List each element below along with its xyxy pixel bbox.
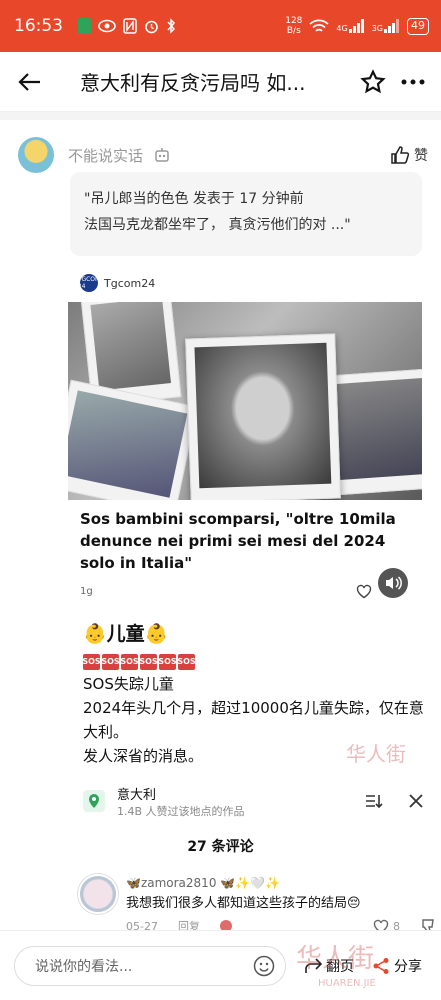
- audio-button[interactable]: [378, 568, 408, 598]
- location-subtext: 1.4B 人赞过该地点的作品: [117, 804, 245, 818]
- app-notification-icon: [78, 18, 91, 34]
- sort-icon[interactable]: [365, 793, 383, 809]
- comments-count: 27 条评论: [187, 839, 254, 855]
- author-row: 不能说实话 赞: [18, 135, 428, 175]
- alarm-icon: [145, 20, 158, 34]
- share-button[interactable]: 分享: [372, 956, 422, 976]
- signal-4g: 4G: [336, 19, 364, 33]
- signal-3g: 3G: [372, 19, 400, 33]
- battery-indicator: 49: [407, 17, 429, 35]
- watermark-sub: HUAREN.JIE: [318, 978, 376, 989]
- sos-badge: SOS: [177, 654, 196, 670]
- commenter-name[interactable]: 🦋zamora2810 🦋✨🤍✨: [126, 876, 280, 890]
- source-name: Tgcom24: [104, 276, 156, 290]
- heart-icon[interactable]: [356, 584, 372, 599]
- eye-icon: [98, 19, 116, 33]
- article-age: 1g: [80, 586, 93, 597]
- tgcom24-logo: TGCOM 24: [77, 274, 101, 292]
- back-button[interactable]: [0, 52, 60, 112]
- avatar[interactable]: [18, 137, 54, 173]
- watermark: 华人街: [346, 742, 406, 766]
- article-headline[interactable]: Sos bambini scomparsi, "oltre 10mila den…: [80, 508, 420, 574]
- section-divider: [0, 112, 441, 120]
- emoji-icon[interactable]: [253, 955, 275, 977]
- speaker-icon: [386, 576, 402, 590]
- more-button[interactable]: [393, 52, 433, 112]
- sos-badge: SOS: [158, 654, 177, 670]
- sos-badge: SOS: [101, 654, 120, 670]
- post-heading: 👶儿童👶: [83, 623, 169, 645]
- post-line-2: 2024年头几个月，超过10000名儿童失踪，仅在意大利。: [83, 699, 424, 741]
- close-icon[interactable]: [409, 794, 423, 808]
- location-tag[interactable]: 意大利 1.4B 人赞过该地点的作品: [83, 784, 423, 818]
- back-arrow-icon: [18, 72, 40, 91]
- share-icon: [373, 957, 389, 974]
- bottom-bar: 说说你的看法... 翻页 分享: [0, 930, 441, 1000]
- quote-line-2: 法国马克龙都坐牢了， 真贪污他们的对 ...": [84, 217, 351, 233]
- star-icon: [360, 68, 386, 93]
- sos-badge: SOS: [82, 654, 101, 670]
- article-source[interactable]: TGCOM 24 Tgcom24: [77, 274, 156, 292]
- comment-text: 我想我们很多人都知道这些孩子的结局😔: [126, 896, 361, 911]
- sos-badge: SOS: [120, 654, 139, 670]
- location-pin-icon: [83, 790, 105, 812]
- comment-placeholder: 说说你的看法...: [35, 958, 133, 975]
- wifi-icon: [309, 19, 329, 32]
- commenter-avatar[interactable]: [78, 874, 118, 914]
- comment-input[interactable]: 说说你的看法...: [14, 945, 286, 986]
- quote-line-1: "吊儿郎当的色色 发表于 17 分钟前: [84, 191, 304, 207]
- robot-icon: [155, 148, 169, 162]
- thumbs-up-icon: [391, 146, 410, 164]
- status-time: 16:53: [14, 16, 63, 36]
- sos-badges: SOS SOS SOS SOS SOS SOS: [82, 654, 428, 670]
- like-button[interactable]: 赞: [390, 145, 428, 165]
- watermark-bottom: 华人街: [296, 944, 375, 974]
- author-name[interactable]: 不能说实话: [68, 145, 143, 166]
- net-speed: 128 B/s: [285, 16, 303, 36]
- post-line-1: SOS失踪儿童: [83, 675, 174, 693]
- quote-box[interactable]: "吊儿郎当的色色 发表于 17 分钟前 法国马克龙都坐牢了， 真贪污他们的对 .…: [70, 172, 422, 256]
- location-name: 意大利: [117, 787, 157, 803]
- top-bar: 意大利有反贪污局吗 如...: [0, 52, 441, 112]
- like-label: 赞: [414, 148, 428, 164]
- page-title: 意大利有反贪污局吗 如...: [80, 71, 306, 95]
- favorite-button[interactable]: [353, 52, 393, 112]
- more-dots-icon: [401, 79, 425, 84]
- nfc-icon: [123, 18, 137, 34]
- bluetooth-icon: [167, 18, 176, 34]
- article-image[interactable]: [68, 302, 422, 500]
- status-bar: 16:53 128 B/s 4G 3G 49: [0, 0, 441, 52]
- sos-badge: SOS: [139, 654, 158, 670]
